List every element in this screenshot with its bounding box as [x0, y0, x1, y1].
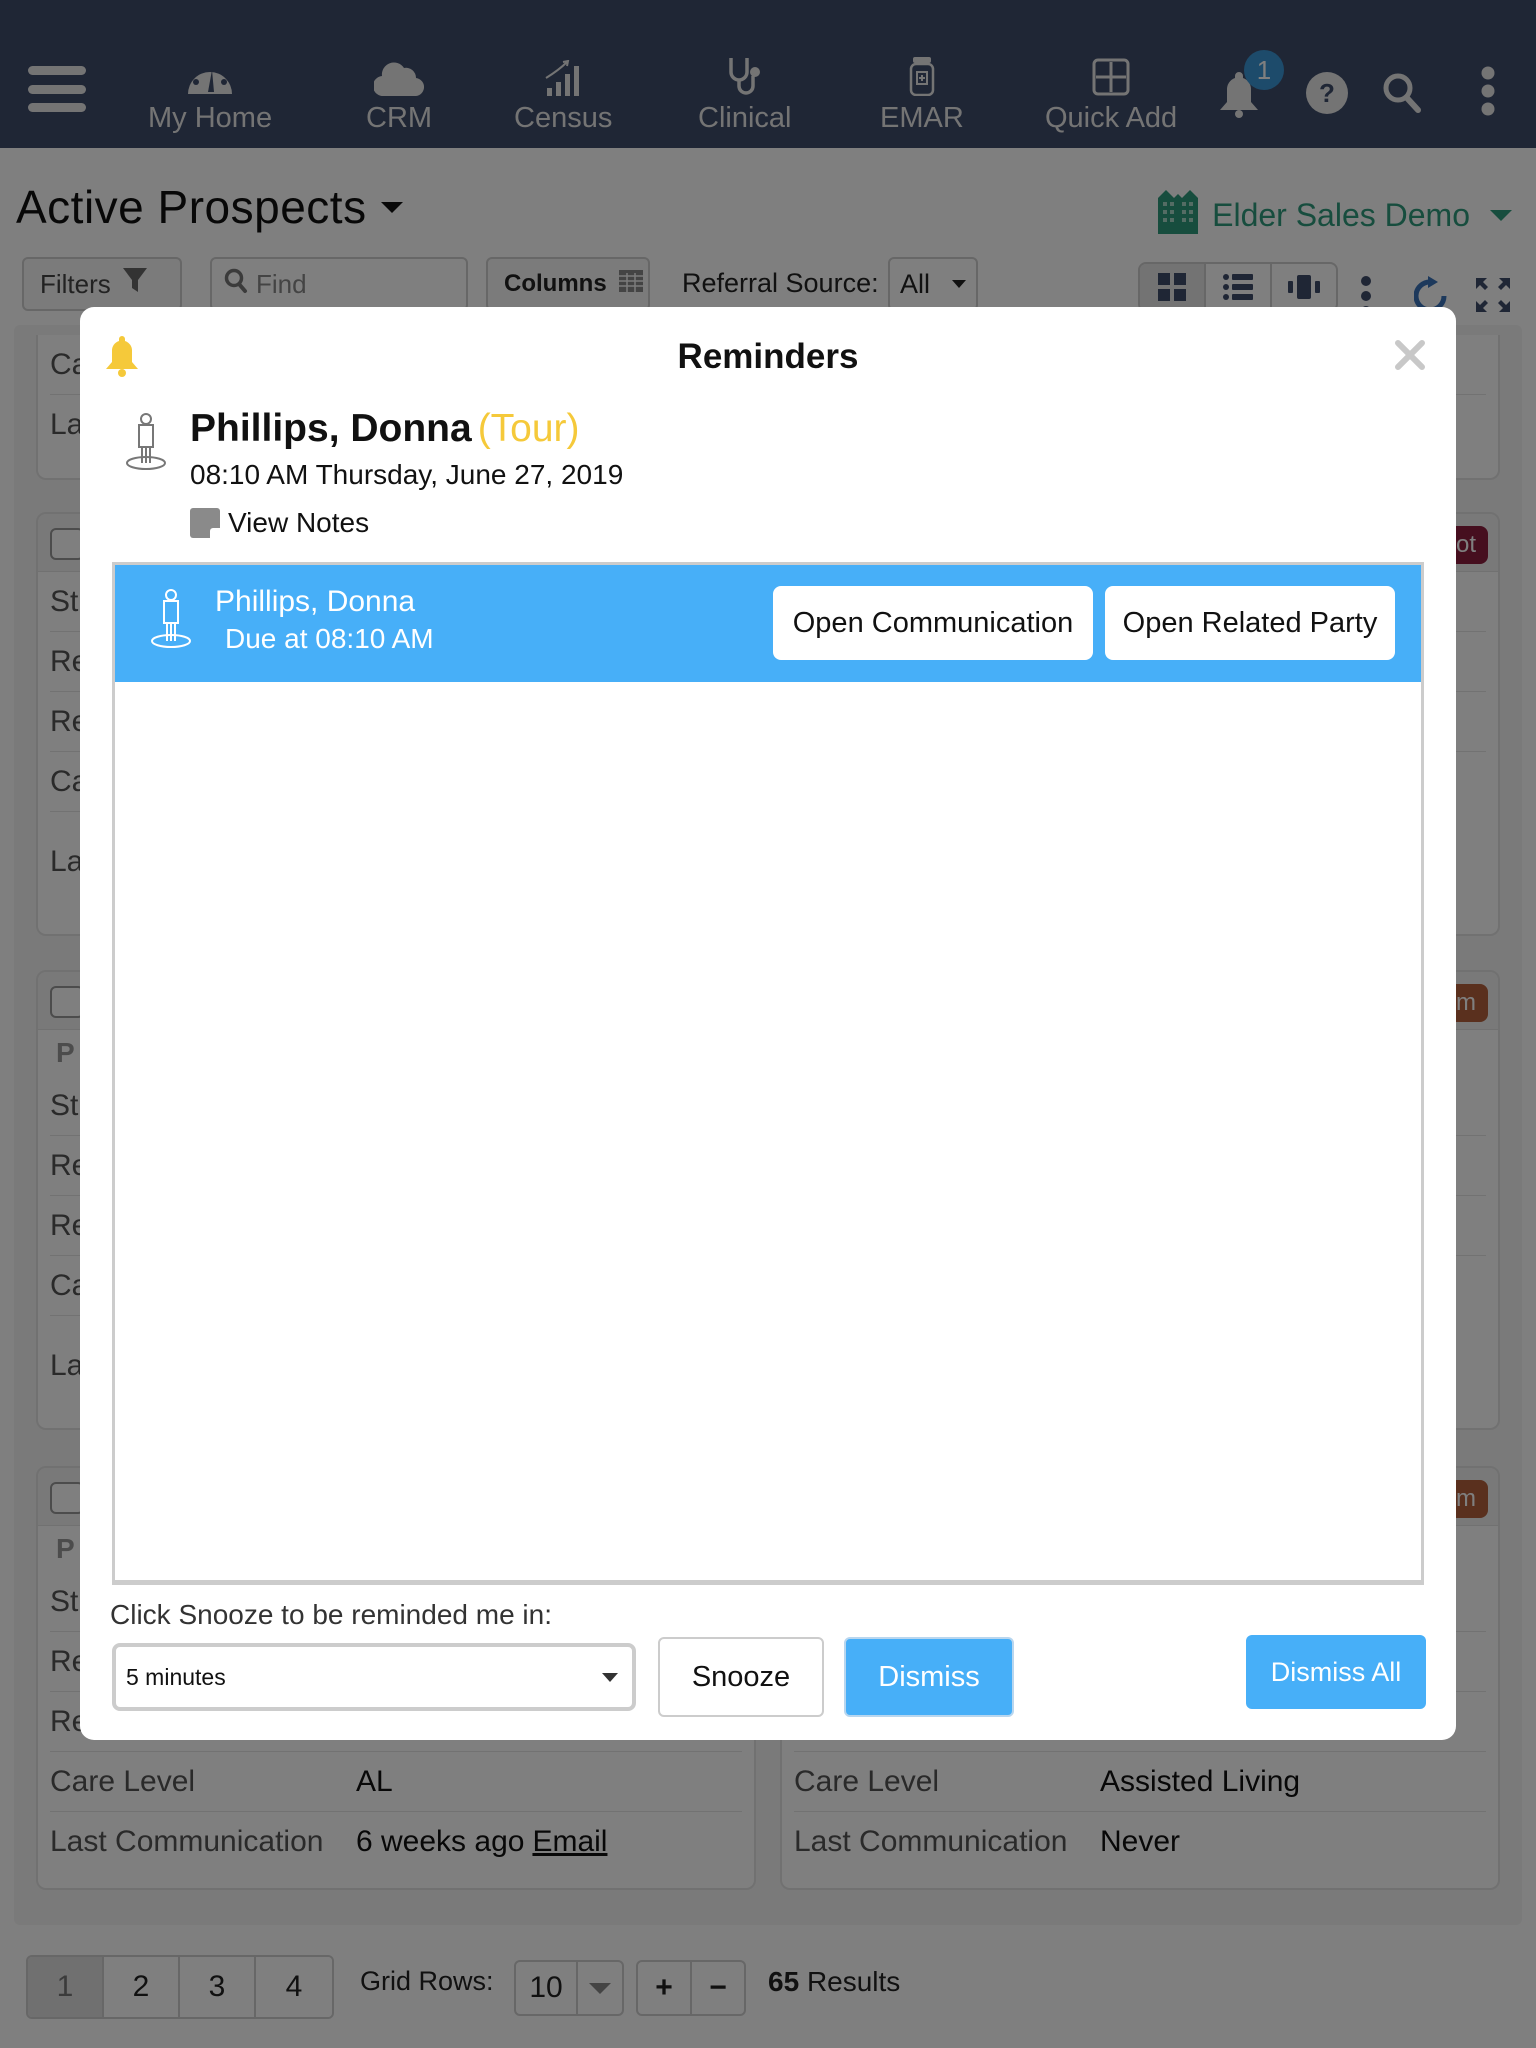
- view-notes-link[interactable]: View Notes: [190, 507, 369, 539]
- person-icon: [149, 589, 193, 654]
- reminder-item-name: Phillips, Donna: [215, 585, 416, 618]
- person-name: Phillips, Donna: [190, 407, 472, 450]
- person-icon: [124, 413, 168, 476]
- reminders-list: Phillips, Donna Due at 08:10 AM Open Com…: [112, 562, 1424, 1585]
- snooze-button[interactable]: Snooze: [658, 1637, 824, 1717]
- reminders-modal: Reminders Phillips, Donna (Tour) 08:10 AM…: [80, 307, 1456, 1740]
- close-icon[interactable]: [1392, 337, 1428, 373]
- open-communication-button[interactable]: Open Communication: [773, 586, 1093, 660]
- snooze-duration-value: 5 minutes: [126, 1663, 226, 1690]
- snooze-duration-select[interactable]: 5 minutes: [112, 1643, 636, 1711]
- reminder-datetime: 08:10 AM Thursday, June 27, 2019: [190, 459, 624, 490]
- dismiss-all-button[interactable]: Dismiss All: [1246, 1635, 1426, 1709]
- reminder-person-name: Phillips, Donna (Tour): [190, 407, 580, 451]
- reminder-item[interactable]: Phillips, Donna Due at 08:10 AM Open Com…: [115, 565, 1421, 682]
- event-type-tag: (Tour): [477, 407, 580, 450]
- modal-title: Reminders: [677, 337, 859, 376]
- snooze-prompt: Click Snooze to be reminded me in:: [110, 1599, 552, 1630]
- view-notes-label: View Notes: [228, 507, 370, 538]
- dismiss-button[interactable]: Dismiss: [844, 1637, 1014, 1717]
- reminder-item-due: Due at 08:10 AM: [225, 623, 434, 654]
- caret-down-icon: [602, 1672, 618, 1682]
- note-icon: [190, 508, 220, 538]
- open-related-party-button[interactable]: Open Related Party: [1105, 586, 1395, 660]
